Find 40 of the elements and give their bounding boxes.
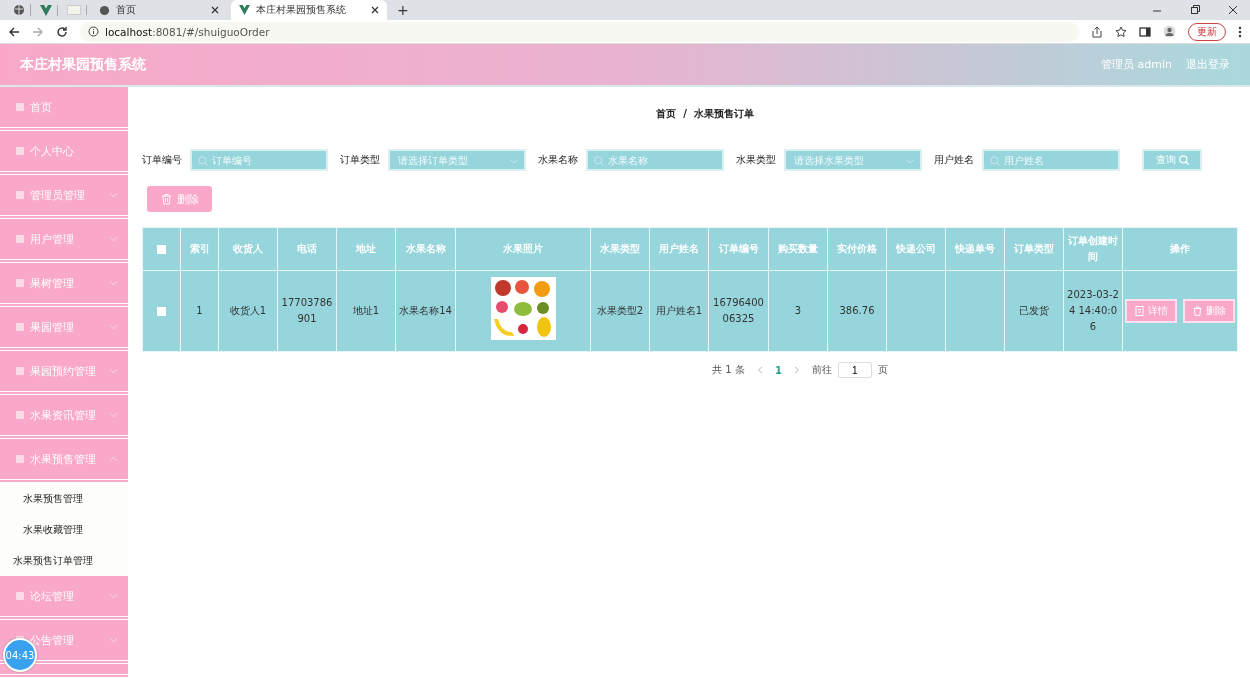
breadcrumb-separator: / [683,108,687,119]
column-header: 订单类型 [1014,243,1054,254]
table-cell: 用户姓名1 [655,305,703,316]
table-cell: 水果类型2 [596,305,644,316]
table-cell: 1679640006325 [713,297,764,324]
column-header: 水果照片 [503,243,543,254]
column-header: 订单编号 [718,243,759,254]
total-count: 共 1 条 [712,363,745,377]
table-cell: 水果名称14 [399,305,452,316]
filter-label: 用户姓名 [934,153,974,167]
table-cell: 17703786901 [281,297,333,324]
user-name: 管理员 admin [1101,57,1172,72]
table-cell: 1 [196,305,203,316]
column-header: 订单创建时间 [1068,235,1118,262]
column-header: 地址 [356,243,376,254]
column-header: 用户姓名 [659,243,699,254]
table-cell: 收货人1 [229,305,267,316]
column-header: 操作 [1170,243,1190,254]
column-header: 购买数量 [778,243,818,254]
table-cell: 2023-03-24 14:40:06 [1067,289,1119,332]
table-cell: 地址1 [352,305,380,316]
column-header: 实付价格 [837,243,877,254]
column-header: 索引 [189,243,210,254]
column-header: 收货人 [233,243,263,254]
filter-label: 订单编号 [142,153,182,167]
table-cell: 3 [794,305,802,316]
column-header: 快递单号 [955,243,995,254]
breadcrumb-current: 水果预售订单 [693,108,754,119]
column-header: 水果名称 [405,243,446,254]
table-cell: 386.76 [839,305,875,316]
filter-label: 订单类型 [340,153,380,167]
goto-label: 前往 [811,363,832,377]
column-header: 水果类型 [600,243,640,254]
table-cell: 已发货 [1019,305,1049,316]
column-header: 快递公司 [896,243,936,254]
filter-label: 水果名称 [538,153,578,167]
app-title: 本庄村果园预售系统 [20,55,146,74]
page-unit: 页 [877,363,888,377]
filter-label: 水果类型 [736,153,776,167]
column-header: 电话 [297,243,317,254]
